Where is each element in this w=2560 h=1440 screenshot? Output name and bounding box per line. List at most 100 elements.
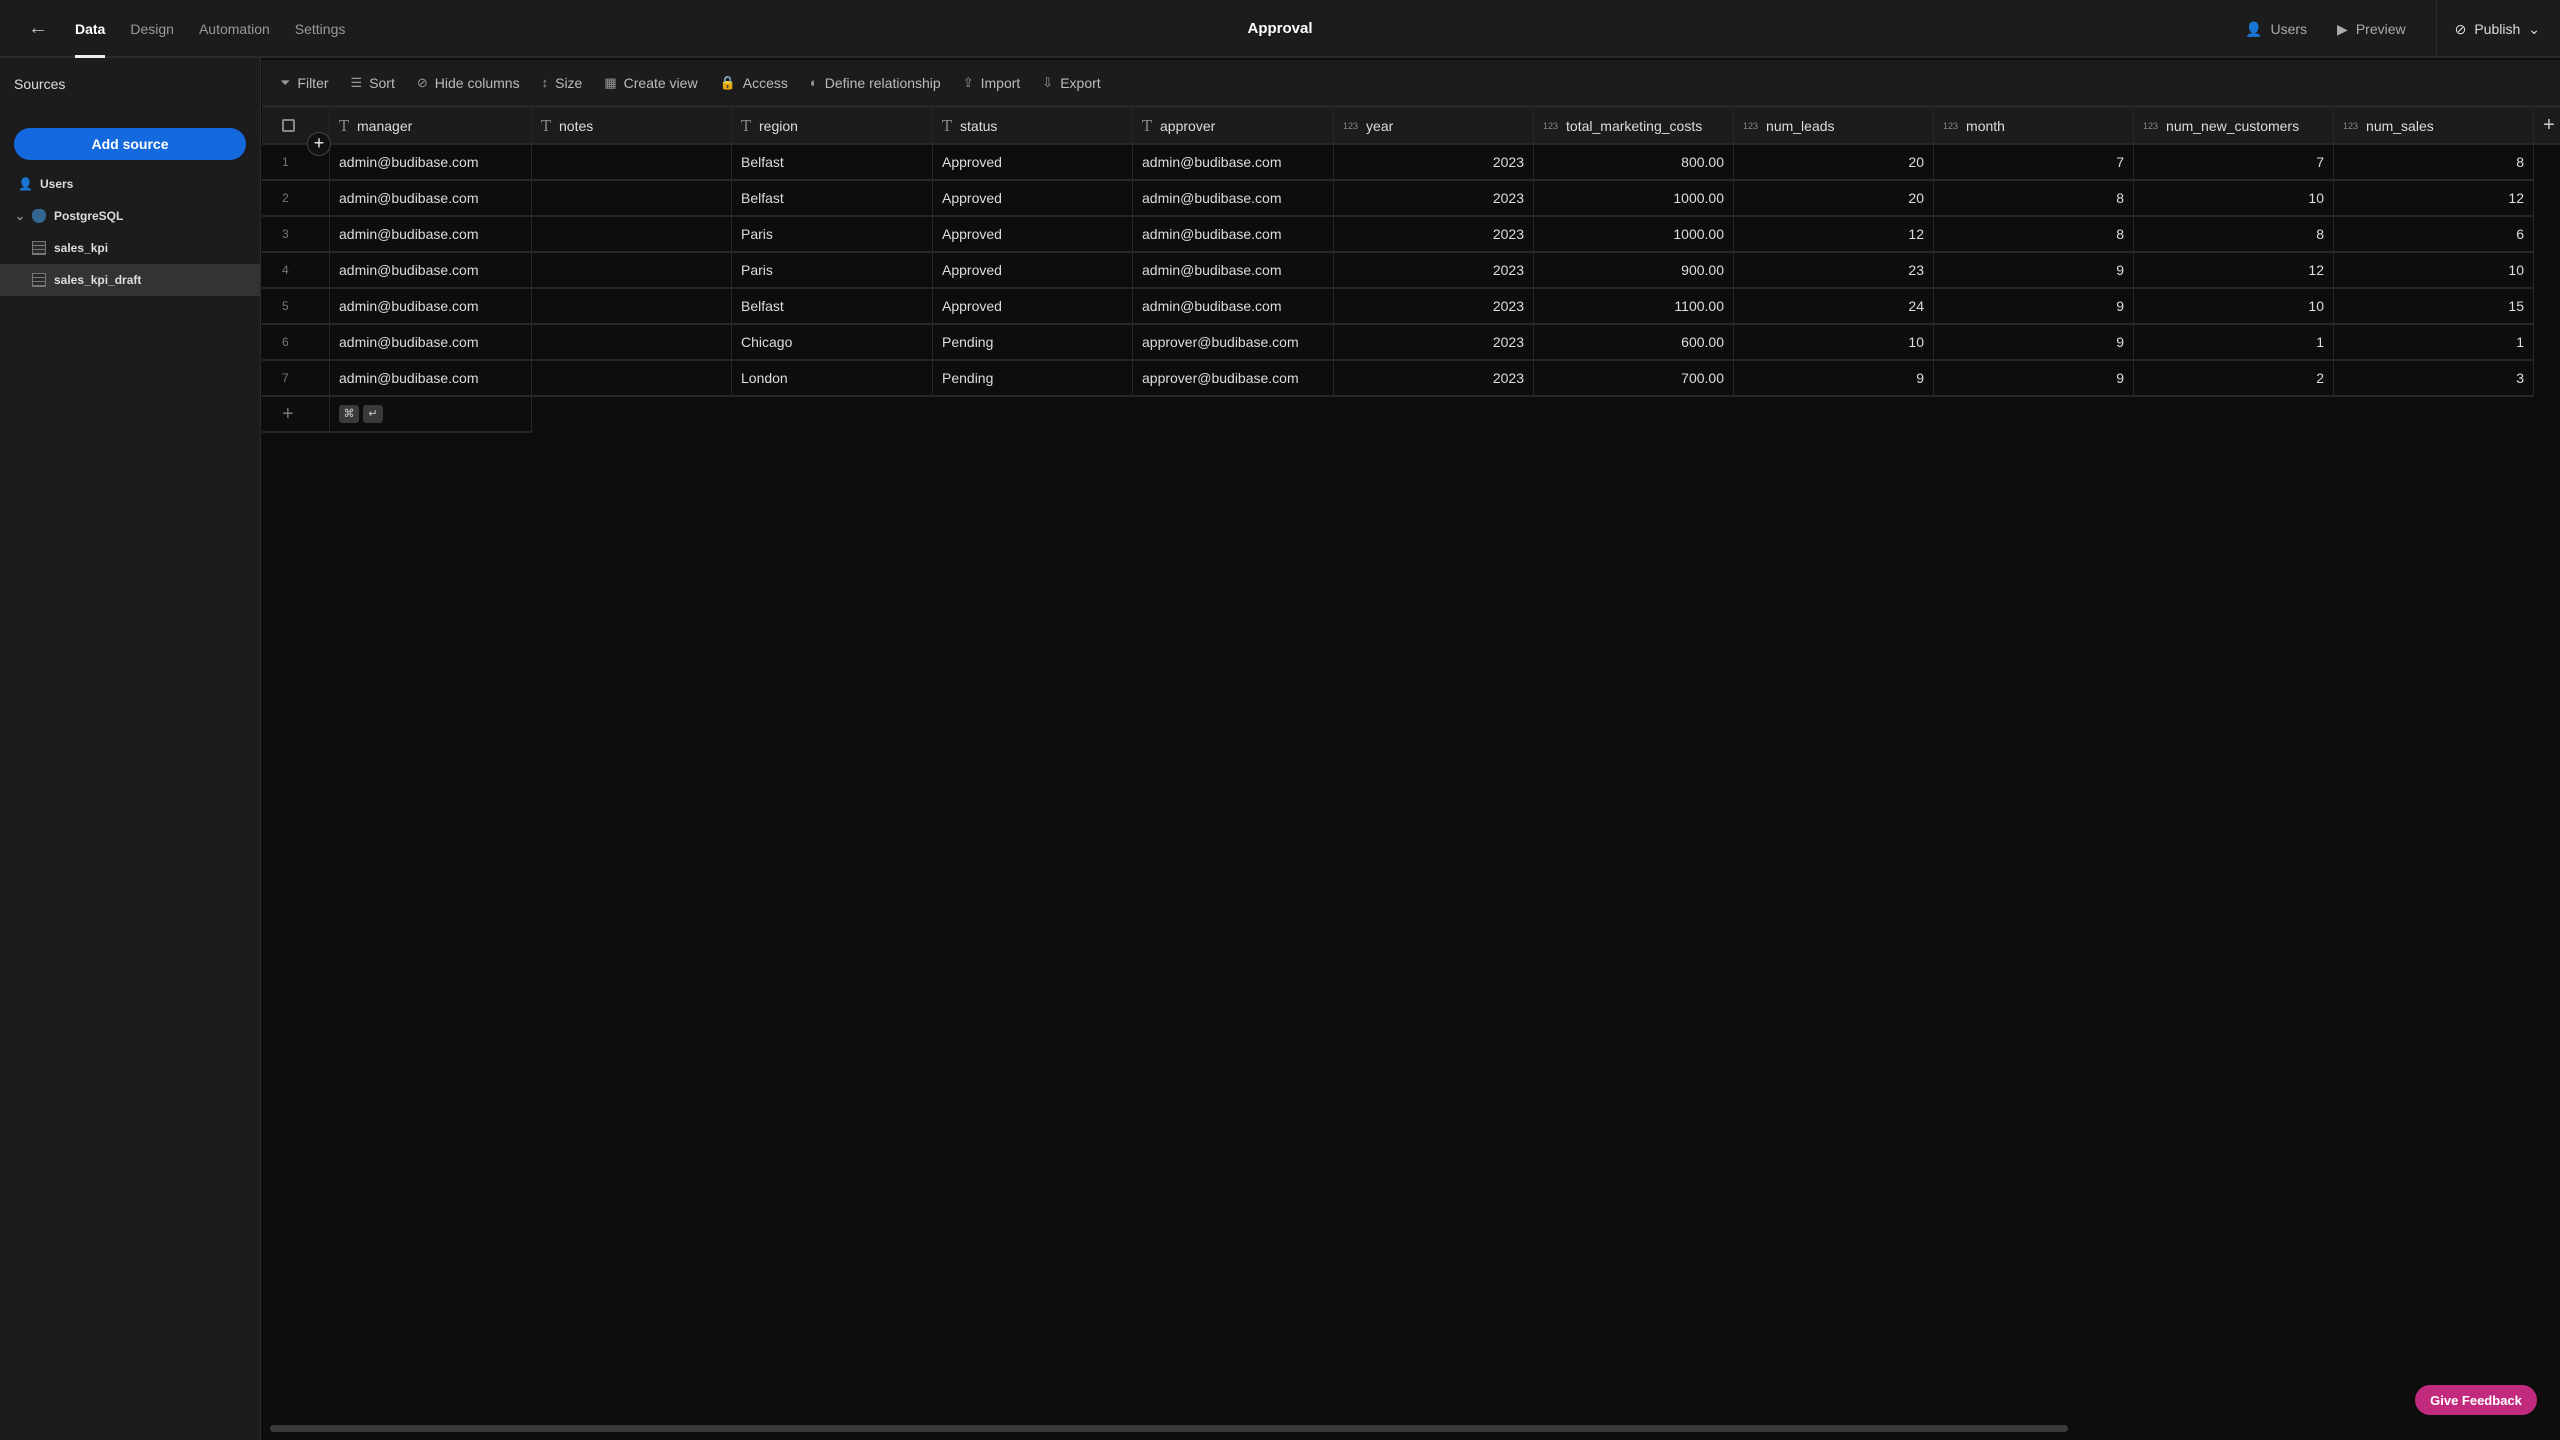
cell-approver[interactable]: admin@budibase.com xyxy=(1133,253,1334,287)
give-feedback-button[interactable]: Give Feedback xyxy=(2415,1385,2537,1415)
cell-notes[interactable] xyxy=(532,253,732,287)
cell-status[interactable]: Approved xyxy=(933,145,1133,179)
cell-region[interactable]: Chicago xyxy=(732,325,933,359)
table-row[interactable]: 2 admin@budibase.com Belfast Approved admin@… xyxy=(262,181,2534,217)
cell-num_new_customers[interactable]: 2 xyxy=(2134,361,2334,395)
back-arrow-icon[interactable]: ← xyxy=(28,17,48,40)
cell-num_sales[interactable]: 3 xyxy=(2334,361,2534,395)
sidebar-item-sales_kpi_draft[interactable]: sales_kpi_draft xyxy=(0,264,260,296)
define-relationship-button[interactable]: ◐ Define relationship xyxy=(810,75,941,91)
cell-region[interactable]: Belfast xyxy=(732,181,933,215)
cell-month[interactable]: 9 xyxy=(1934,253,2134,287)
sidebar-item-users[interactable]: 👤 Users xyxy=(0,168,260,200)
cell-num_new_customers[interactable]: 8 xyxy=(2134,217,2334,251)
cell-approver[interactable]: admin@budibase.com xyxy=(1133,217,1334,251)
cell-manager[interactable]: admin@budibase.com xyxy=(330,289,532,323)
cell-approver[interactable]: approver@budibase.com xyxy=(1133,361,1334,395)
cell-num_leads[interactable]: 12 xyxy=(1734,217,1934,251)
cell-num_leads[interactable]: 10 xyxy=(1734,325,1934,359)
table-row[interactable]: 1 admin@budibase.com Belfast Approved admin@… xyxy=(262,145,2534,181)
chevron-down-icon[interactable]: ⌄ xyxy=(15,209,25,223)
table-row[interactable]: 7 admin@budibase.com London Pending approver… xyxy=(262,361,2534,397)
cell-year[interactable]: 2023 xyxy=(1334,253,1534,287)
cell-num_new_customers[interactable]: 7 xyxy=(2134,145,2334,179)
cell-total_marketing_costs[interactable]: 600.00 xyxy=(1534,325,1734,359)
cell-notes[interactable] xyxy=(532,325,732,359)
cell-num_leads[interactable]: 23 xyxy=(1734,253,1934,287)
cell-total_marketing_costs[interactable]: 1100.00 xyxy=(1534,289,1734,323)
column-header-num_new_customers[interactable]: 123 num_new_customers xyxy=(2134,108,2334,143)
cell-manager[interactable]: admin@budibase.com xyxy=(330,181,532,215)
sidebar-item-sales_kpi[interactable]: sales_kpi xyxy=(0,232,260,264)
publish-button[interactable]: ⊘ Publish ⌄ xyxy=(2435,0,2560,58)
create-view-button[interactable]: ▦ Create view xyxy=(604,75,697,91)
cell-num_sales[interactable]: 8 xyxy=(2334,145,2534,179)
cell-total_marketing_costs[interactable]: 700.00 xyxy=(1534,361,1734,395)
column-header-manager[interactable]: Tmanager xyxy=(330,108,532,143)
cell-month[interactable]: 8 xyxy=(1934,217,2134,251)
table-row[interactable]: 3 admin@budibase.com Paris Approved admin@bu… xyxy=(262,217,2534,253)
cell-status[interactable]: Approved xyxy=(933,217,1133,251)
cell-total_marketing_costs[interactable]: 800.00 xyxy=(1534,145,1734,179)
cell-region[interactable]: Belfast xyxy=(732,145,933,179)
cell-notes[interactable] xyxy=(532,217,732,251)
cell-month[interactable]: 9 xyxy=(1934,325,2134,359)
cell-num_sales[interactable]: 1 xyxy=(2334,325,2534,359)
cell-approver[interactable]: approver@budibase.com xyxy=(1133,325,1334,359)
cell-manager[interactable]: admin@budibase.com xyxy=(330,145,532,179)
cell-approver[interactable]: admin@budibase.com xyxy=(1133,145,1334,179)
cell-year[interactable]: 2023 xyxy=(1334,181,1534,215)
cell-total_marketing_costs[interactable]: 1000.00 xyxy=(1534,181,1734,215)
sort-button[interactable]: ☰ Sort xyxy=(351,75,395,91)
cell-month[interactable]: 7 xyxy=(1934,145,2134,179)
cell-num_leads[interactable]: 9 xyxy=(1734,361,1934,395)
cell-status[interactable]: Approved xyxy=(933,253,1133,287)
column-header-month[interactable]: 123 month xyxy=(1934,108,2134,143)
cell-region[interactable]: London xyxy=(732,361,933,395)
cell-status[interactable]: Pending xyxy=(933,361,1133,395)
cell-num_leads[interactable]: 24 xyxy=(1734,289,1934,323)
table-row[interactable]: 4 admin@budibase.com Paris Approved admin@bu… xyxy=(262,253,2534,289)
preview-button[interactable]: ▶ Preview xyxy=(2337,21,2406,38)
cell-region[interactable]: Paris xyxy=(732,253,933,287)
cell-approver[interactable]: admin@budibase.com xyxy=(1133,181,1334,215)
cell-year[interactable]: 2023 xyxy=(1334,361,1534,395)
column-header-status[interactable]: Tstatus xyxy=(933,108,1133,143)
cell-num_sales[interactable]: 6 xyxy=(2334,217,2534,251)
cell-manager[interactable]: admin@budibase.com xyxy=(330,217,532,251)
cell-manager[interactable]: admin@budibase.com xyxy=(330,325,532,359)
column-header-num_sales[interactable]: 123 num_sales xyxy=(2334,108,2534,143)
column-header-num_leads[interactable]: 123 num_leads xyxy=(1734,108,1934,143)
column-header-notes[interactable]: Tnotes xyxy=(532,108,732,143)
column-header-region[interactable]: Tregion xyxy=(732,108,933,143)
cell-num_sales[interactable]: 10 xyxy=(2334,253,2534,287)
cell-month[interactable]: 8 xyxy=(1934,181,2134,215)
cell-status[interactable]: Approved xyxy=(933,289,1133,323)
cell-num_new_customers[interactable]: 10 xyxy=(2134,181,2334,215)
users-button[interactable]: 👤 Users xyxy=(2245,21,2307,38)
tab-settings[interactable]: Settings xyxy=(295,0,346,58)
cell-notes[interactable] xyxy=(532,145,732,179)
cell-num_new_customers[interactable]: 12 xyxy=(2134,253,2334,287)
cell-status[interactable]: Approved xyxy=(933,181,1133,215)
cell-num_sales[interactable]: 15 xyxy=(2334,289,2534,323)
cell-region[interactable]: Belfast xyxy=(732,289,933,323)
cell-month[interactable]: 9 xyxy=(1934,289,2134,323)
select-all-checkbox[interactable] xyxy=(282,119,295,132)
cell-year[interactable]: 2023 xyxy=(1334,145,1534,179)
tab-data[interactable]: Data xyxy=(75,0,106,58)
hide-columns-button[interactable]: ⊘ Hide columns xyxy=(417,75,520,91)
cell-total_marketing_costs[interactable]: 1000.00 xyxy=(1534,217,1734,251)
tab-automation[interactable]: Automation xyxy=(199,0,270,58)
cell-notes[interactable] xyxy=(532,289,732,323)
cell-month[interactable]: 9 xyxy=(1934,361,2134,395)
cell-num_sales[interactable]: 12 xyxy=(2334,181,2534,215)
sidebar-item-postgresql[interactable]: ⌄ PostgreSQL xyxy=(0,200,260,232)
cell-year[interactable]: 2023 xyxy=(1334,217,1534,251)
filter-button[interactable]: ⏷ Filter xyxy=(280,75,329,91)
cell-approver[interactable]: admin@budibase.com xyxy=(1133,289,1334,323)
import-button[interactable]: ⇪ Import xyxy=(963,75,1021,91)
cell-manager[interactable]: admin@budibase.com xyxy=(330,253,532,287)
add-source-button[interactable]: Add source xyxy=(14,128,246,160)
cell-manager[interactable]: admin@budibase.com xyxy=(330,361,532,395)
